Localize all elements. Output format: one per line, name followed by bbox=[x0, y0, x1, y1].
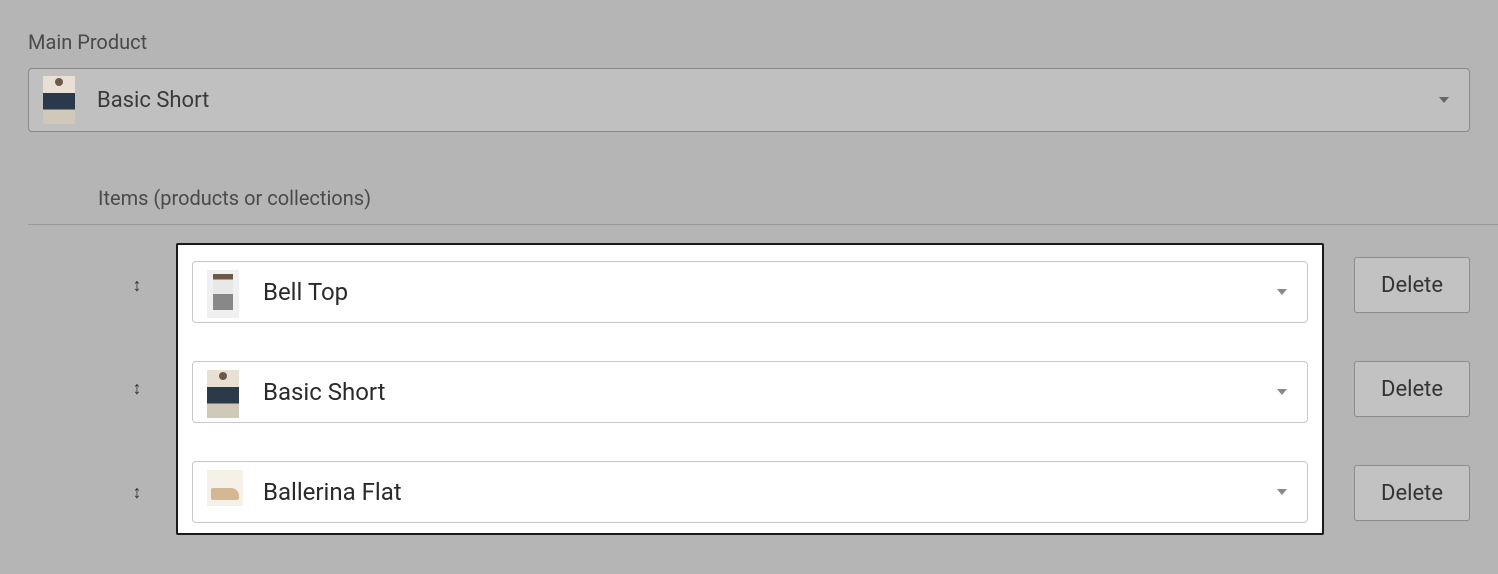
chevron-down-icon bbox=[1439, 97, 1449, 103]
product-thumbnail bbox=[207, 370, 237, 414]
chevron-down-icon bbox=[1277, 389, 1287, 395]
product-thumbnail bbox=[207, 470, 237, 514]
item-select[interactable]: Ballerina Flat bbox=[192, 461, 1308, 523]
main-product-label: Main Product bbox=[28, 30, 1470, 54]
items-section-label: Items (products or collections) bbox=[98, 186, 1470, 210]
item-select[interactable]: Basic Short bbox=[192, 361, 1308, 423]
product-thumbnail bbox=[43, 76, 75, 124]
chevron-down-icon bbox=[1277, 289, 1287, 295]
chevron-down-icon bbox=[1277, 489, 1287, 495]
items-list-panel: Bell Top Basic Short Ballerina Flat bbox=[176, 243, 1324, 535]
main-product-selected-text: Basic Short bbox=[97, 88, 1439, 113]
section-divider bbox=[28, 224, 1498, 225]
item-name-text: Bell Top bbox=[263, 278, 1277, 306]
delete-button[interactable]: Delete bbox=[1354, 257, 1470, 313]
item-select[interactable]: Bell Top bbox=[192, 261, 1308, 323]
delete-button[interactable]: Delete bbox=[1354, 465, 1470, 521]
item-name-text: Ballerina Flat bbox=[263, 478, 1277, 506]
drag-handle-icon[interactable]: ↕ bbox=[133, 378, 142, 399]
drag-handle-icon[interactable]: ↕ bbox=[133, 275, 142, 296]
main-product-select[interactable]: Basic Short bbox=[28, 68, 1470, 132]
item-name-text: Basic Short bbox=[263, 378, 1277, 406]
drag-handle-icon[interactable]: ↕ bbox=[133, 482, 142, 503]
delete-button[interactable]: Delete bbox=[1354, 361, 1470, 417]
product-thumbnail bbox=[207, 270, 237, 314]
